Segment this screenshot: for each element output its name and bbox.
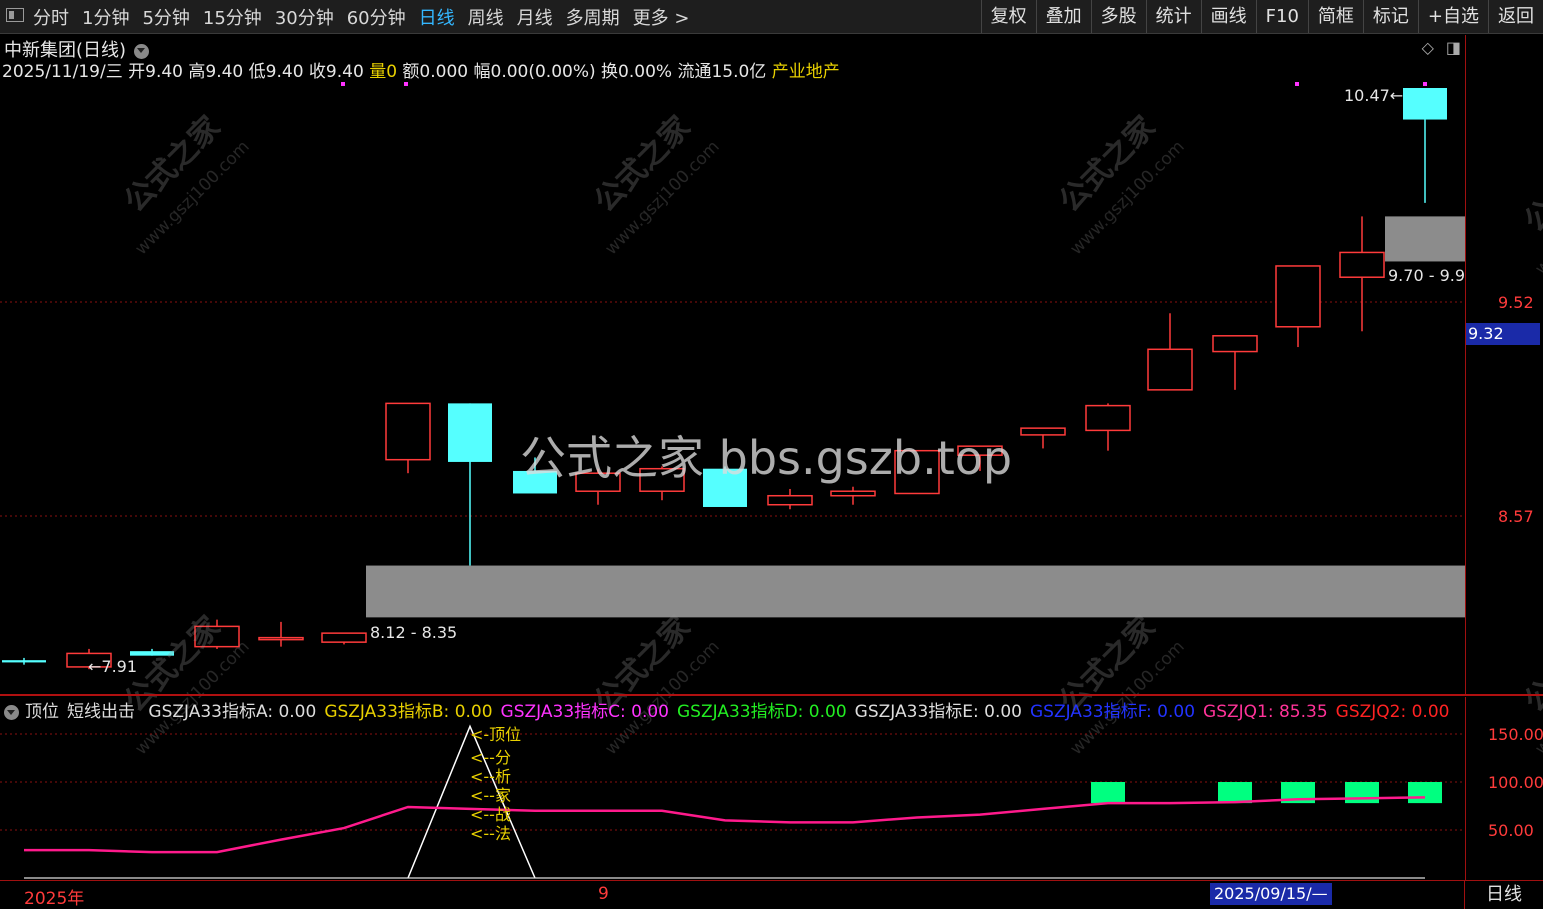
signal-dot-3 xyxy=(1423,82,1427,86)
period-tab-7[interactable]: 周线 xyxy=(468,4,504,30)
candle-17 xyxy=(1085,403,1131,451)
candle-22 xyxy=(1403,88,1447,203)
candle-7 xyxy=(448,403,492,566)
ind-tick-150: 150.00 xyxy=(1488,725,1543,744)
tool-button-4[interactable]: 画线 xyxy=(1200,0,1256,33)
period-tab-6[interactable]: 日线 xyxy=(419,4,455,30)
ind-tick-100: 100.00 xyxy=(1488,773,1543,792)
signal-box-1 xyxy=(1218,782,1252,804)
peak-label-3: <--家 xyxy=(470,786,511,805)
window-menu-icon[interactable] xyxy=(6,8,24,22)
tool-button-9[interactable]: 返回 xyxy=(1488,0,1543,33)
candle-18 xyxy=(1147,313,1193,391)
period-tabs: 分时 1分钟 5分钟 15分钟 30分钟 60分钟 日线 周线 月线 多周期 更多 > xyxy=(33,0,702,33)
candle-13 xyxy=(830,486,876,505)
candle-4 xyxy=(258,621,304,647)
period-button[interactable]: 日线 xyxy=(1464,881,1543,909)
period-tab-8[interactable]: 月线 xyxy=(517,4,553,30)
candle-6 xyxy=(385,402,431,474)
peak-label-1: <--分 xyxy=(470,748,511,767)
indicator-axis: 150.00 100.00 50.00 xyxy=(1465,697,1543,880)
ind-tick-50: 50.00 xyxy=(1488,821,1534,840)
period-tab-0[interactable]: 分时 xyxy=(33,4,69,30)
peak-label-2: <--析 xyxy=(470,767,511,786)
high-marker: 10.47← xyxy=(1344,86,1403,105)
tool-buttons: 复权 叠加 多股 统计 画线 F10 简框 标记 +自选 返回 xyxy=(980,0,1543,33)
signal-dot-2 xyxy=(1295,82,1299,86)
date-axis: 2025年 9 2025/09/15/— 日线 xyxy=(0,880,1543,909)
period-tab-10[interactable]: 更多 > xyxy=(633,4,690,30)
support-zone xyxy=(366,565,1465,618)
signal-box-4 xyxy=(1408,782,1442,804)
signal-dot-1 xyxy=(404,82,408,86)
current-price-tag: 9.32 xyxy=(1466,323,1540,345)
price-axis: 9.52 8.57 xyxy=(1465,35,1543,695)
period-tab-1[interactable]: 1分钟 xyxy=(82,4,129,30)
signal-box-3 xyxy=(1345,782,1379,804)
top-toolbar: 分时 1分钟 5分钟 15分钟 30分钟 60分钟 日线 周线 月线 多周期 更多 > 复权 叠加 多股… xyxy=(0,0,1543,34)
candle-20 xyxy=(1275,265,1321,348)
candle-5 xyxy=(321,632,367,645)
period-tab-5[interactable]: 60分钟 xyxy=(347,4,406,30)
tool-button-2[interactable]: 多股 xyxy=(1090,0,1146,33)
price-tick-9-52: 9.52 xyxy=(1498,293,1534,312)
tool-button-1[interactable]: 叠加 xyxy=(1035,0,1091,33)
tool-button-0[interactable]: 复权 xyxy=(980,0,1036,33)
tool-button-6[interactable]: 简框 xyxy=(1307,0,1363,33)
period-tab-9[interactable]: 多周期 xyxy=(566,4,620,30)
tool-button-7[interactable]: 标记 xyxy=(1362,0,1418,33)
tool-button-3[interactable]: 统计 xyxy=(1145,0,1201,33)
price-tick-8-57: 8.57 xyxy=(1498,507,1534,526)
zone-high-label: 9.70 - 9.9 xyxy=(1388,266,1465,285)
signal-box-0 xyxy=(1091,782,1125,804)
candle-0 xyxy=(2,657,46,665)
tool-button-5[interactable]: F10 xyxy=(1255,0,1308,33)
candle-12 xyxy=(767,488,813,510)
period-tab-4[interactable]: 30分钟 xyxy=(275,4,334,30)
cursor-date: 2025/09/15/— xyxy=(1210,883,1332,905)
peak-label-0: <-顶位 xyxy=(470,725,521,744)
signal-dot-0 xyxy=(341,82,345,86)
zone-low-label: 8.12 - 8.35 xyxy=(370,623,457,642)
indicator-chart[interactable]: <-顶位 <--分<--析<--家<--战<--法 xyxy=(0,697,1465,880)
candle-16 xyxy=(1020,427,1066,449)
month-label: 9 xyxy=(598,884,609,904)
q1-line xyxy=(24,796,1426,854)
period-tab-3[interactable]: 15分钟 xyxy=(203,4,262,30)
candle-21 xyxy=(1339,216,1385,332)
tool-button-8[interactable]: +自选 xyxy=(1417,0,1488,33)
year-label: 2025年 xyxy=(24,889,85,909)
period-tab-2[interactable]: 5分钟 xyxy=(142,4,189,30)
pane-divider[interactable] xyxy=(0,694,1543,696)
peak-label-4: <--战 xyxy=(470,805,511,824)
candle-19 xyxy=(1212,335,1258,390)
resistance-zone xyxy=(1385,216,1465,262)
peak-label-5: <--法 xyxy=(470,824,511,843)
watermark: 公式之家 bbs.gszb.top xyxy=(520,431,1013,485)
